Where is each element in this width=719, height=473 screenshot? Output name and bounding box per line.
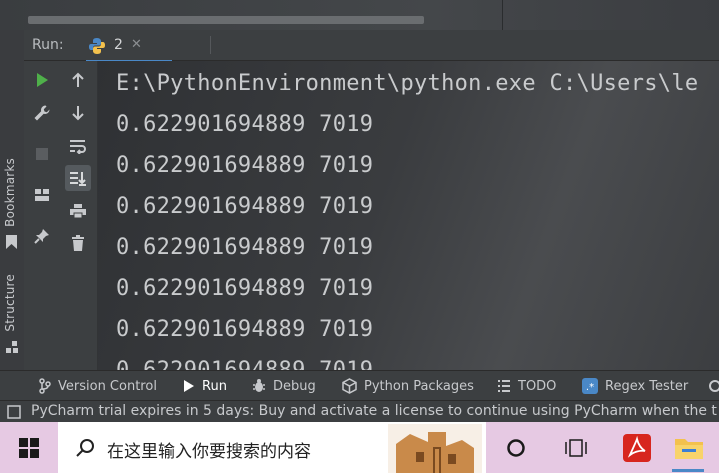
tab-run[interactable]: Run (183, 371, 227, 401)
layout-icon (35, 189, 49, 201)
run-panel-header: Run: 2 ✕ (24, 30, 719, 63)
bookmark-icon[interactable] (5, 234, 18, 250)
run-panel-label: Run: (32, 37, 64, 53)
tab-debug-label: Debug (273, 378, 316, 394)
arrow-up-icon (72, 72, 84, 87)
console-line: 0.622901694889 7019 (116, 276, 374, 301)
bookmarks-label: Bookmarks (3, 158, 17, 227)
scroll-to-end-button[interactable] (65, 165, 91, 191)
tab-version-control[interactable]: Version Control (39, 371, 157, 401)
rerun-button[interactable] (29, 67, 55, 93)
clear-all-button[interactable] (65, 230, 91, 256)
running-indicator (672, 469, 704, 472)
console-line: 0.622901694889 7019 (116, 112, 374, 137)
bug-icon (253, 379, 265, 392)
tab-todo[interactable]: TODO (497, 371, 556, 401)
left-tool-strip: Bookmarks Structure (0, 30, 25, 370)
play-icon (184, 380, 194, 392)
wrench-icon (34, 105, 50, 121)
task-view-icon (565, 439, 587, 457)
close-icon[interactable]: ✕ (131, 37, 142, 52)
run-tab-2[interactable]: 2 ✕ (86, 34, 176, 63)
bookmarks-tab[interactable]: Bookmarks (3, 158, 17, 227)
structure-tab[interactable]: Structure (3, 274, 17, 332)
scroll-to-end-icon (70, 172, 86, 186)
windows-taskbar: 在这里输入你要搜索的内容 (0, 422, 719, 473)
file-explorer-icon (675, 439, 703, 459)
run-icon (37, 73, 48, 87)
console-line: E:\PythonEnvironment\python.exe C:\Users… (116, 71, 699, 96)
run-toolbar-primary (24, 61, 61, 370)
console-line: 0.622901694889 7019 (116, 194, 374, 219)
pin-icon (34, 229, 49, 244)
tool-window-toggle-icon[interactable] (7, 405, 21, 419)
console-line: 0.622901694889 7019 (116, 235, 374, 260)
branch-icon (39, 378, 51, 394)
header-divider (210, 36, 211, 54)
python-icon (89, 38, 105, 54)
tab-python-packages[interactable]: Python Packages (342, 371, 474, 401)
editor-splitter (502, 0, 503, 30)
soft-wrap-icon (70, 140, 86, 154)
run-toolbar-secondary (61, 61, 98, 370)
console-line: 0.622901694889 7019 (116, 358, 373, 370)
pin-tab-button[interactable] (29, 223, 55, 249)
tab-version-control-label: Version Control (58, 378, 157, 394)
arrow-down-icon (72, 106, 84, 121)
list-icon (498, 380, 510, 392)
print-icon (70, 204, 86, 219)
stop-icon (36, 148, 48, 160)
tab-run-label: Run (202, 378, 227, 394)
task-view-button[interactable] (561, 432, 593, 464)
soft-wrap-button[interactable] (65, 133, 91, 159)
file-explorer-button[interactable] (673, 432, 705, 464)
start-button[interactable] (13, 432, 45, 464)
console-output[interactable]: E:\PythonEnvironment\python.exe C:\Users… (98, 61, 719, 370)
packages-icon (342, 378, 357, 394)
status-bar: PyCharm trial expires in 5 days: Buy and… (0, 400, 719, 423)
console-line: 0.622901694889 7019 (116, 153, 374, 178)
search-highlight-image (388, 424, 482, 473)
stop-button[interactable] (29, 141, 55, 167)
console-line: 0.622901694889 7019 (116, 317, 374, 342)
tab-regex-tester-label: Regex Tester (605, 378, 689, 394)
layout-button[interactable] (29, 182, 55, 208)
tab-regex-tester[interactable]: .* Regex Tester (582, 371, 688, 401)
tab-python-packages-label: Python Packages (364, 378, 474, 394)
search-placeholder: 在这里输入你要搜索的内容 (107, 442, 311, 462)
cortana-icon (507, 439, 525, 457)
structure-icon[interactable] (5, 340, 19, 354)
tab-todo-label: TODO (518, 378, 557, 394)
editor-remnant (0, 0, 719, 30)
scroll-down-button[interactable] (65, 100, 91, 126)
trash-icon (72, 235, 84, 251)
acrobat-icon (623, 434, 651, 462)
cortana-button[interactable] (500, 432, 532, 464)
horizontal-scrollbar[interactable] (28, 16, 424, 24)
print-button[interactable] (65, 198, 91, 224)
trial-message[interactable]: PyCharm trial expires in 5 days: Buy and… (31, 403, 717, 419)
settings-button[interactable] (29, 100, 55, 126)
structure-label: Structure (3, 274, 17, 332)
regex-icon: .* (582, 378, 598, 394)
run-tab-label: 2 (114, 37, 123, 53)
tool-window-bar: Version Control Run Debug Python Package… (0, 370, 719, 401)
taskbar-search-box[interactable]: 在这里输入你要搜索的内容 (58, 422, 486, 473)
windows-start-icon (19, 438, 39, 458)
more-tool-windows-icon[interactable] (708, 379, 719, 393)
acrobat-button[interactable] (621, 432, 653, 464)
search-icon (76, 439, 94, 457)
svg-text:.*: .* (586, 382, 594, 393)
tab-debug[interactable]: Debug (252, 371, 316, 401)
scroll-up-button[interactable] (65, 67, 91, 93)
